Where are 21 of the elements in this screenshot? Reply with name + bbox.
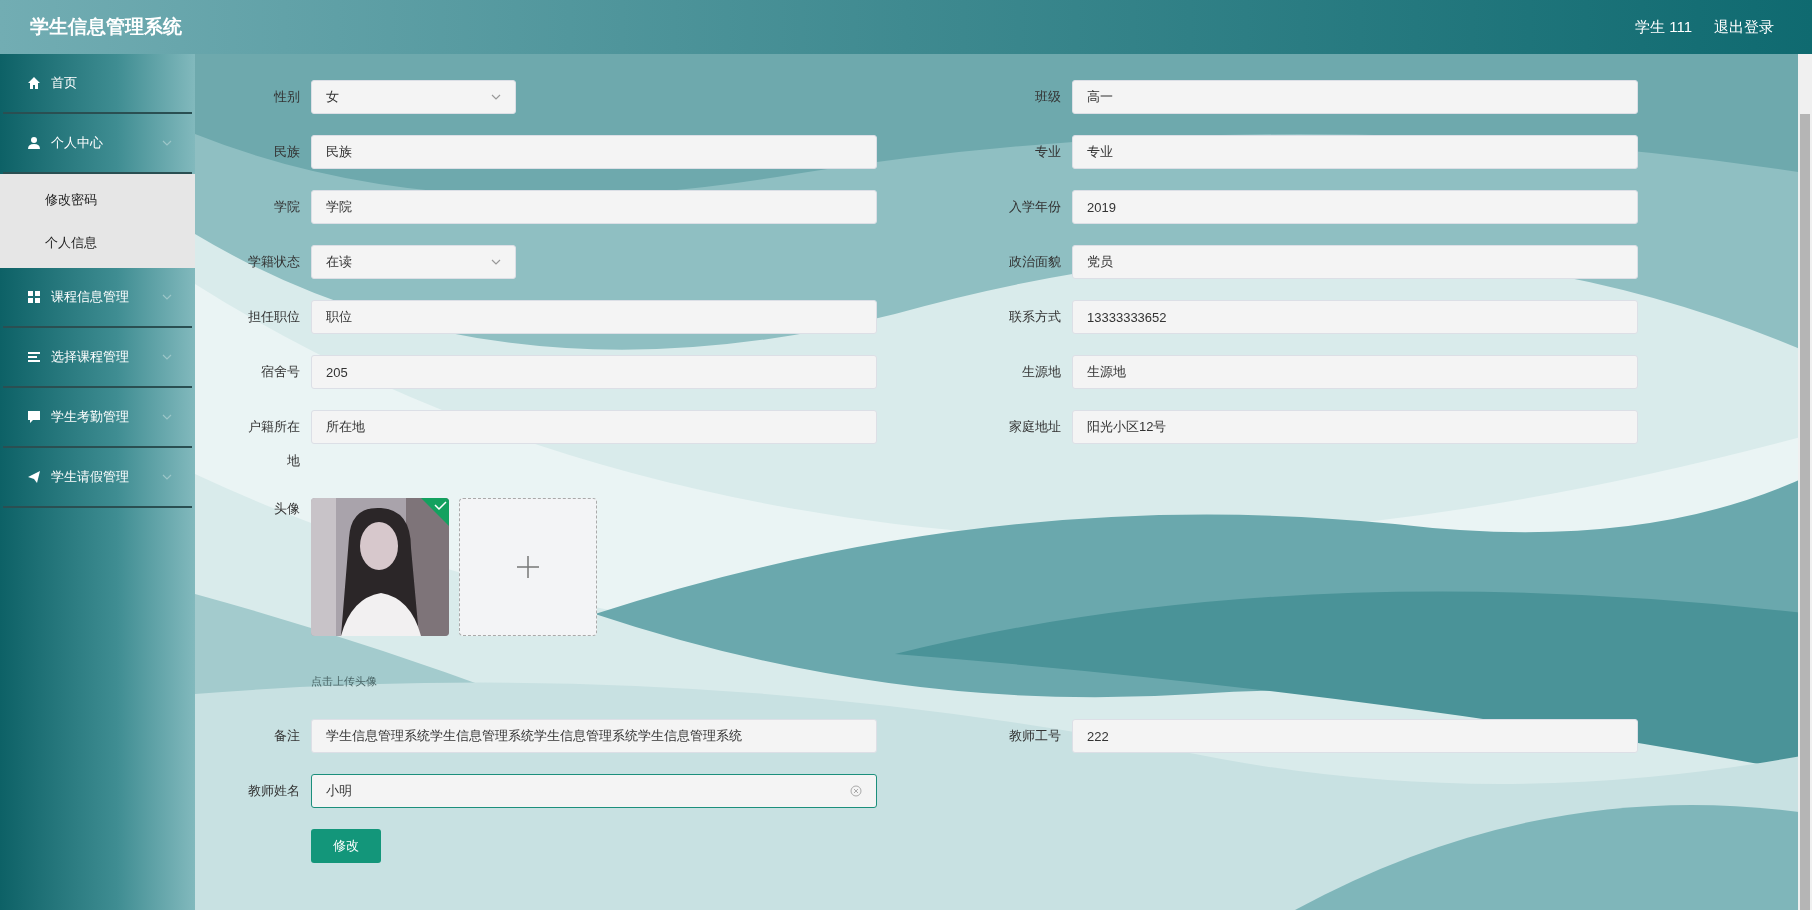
submenu-item[interactable]: 修改密码 <box>0 178 195 221</box>
user-link[interactable]: 学生 111 <box>1635 17 1692 37</box>
chevron-down-icon <box>162 354 172 360</box>
paper-plane-icon <box>27 470 41 484</box>
submenu-item[interactable]: 个人信息 <box>0 221 195 264</box>
menu-item[interactable]: 选择课程管理 <box>3 328 192 388</box>
chevron-down-icon <box>162 414 172 420</box>
chevron-down-icon <box>162 474 172 480</box>
menu-item[interactable]: 学生考勤管理 <box>3 388 192 448</box>
list-icon <box>27 350 41 364</box>
chevron-down-icon <box>162 294 172 300</box>
menu-item[interactable]: 课程信息管理 <box>3 268 192 328</box>
menu-item[interactable]: 首页 <box>3 54 192 114</box>
grid-icon <box>27 290 41 304</box>
home-icon <box>27 76 41 90</box>
chat-icon <box>27 410 41 424</box>
chevron-down-icon <box>162 140 172 146</box>
menu-item[interactable]: 学生请假管理 <box>3 448 192 508</box>
logout-link[interactable]: 退出登录 <box>1714 17 1774 37</box>
app-title: 学生信息管理系统 <box>30 15 182 39</box>
user-icon <box>27 136 41 150</box>
